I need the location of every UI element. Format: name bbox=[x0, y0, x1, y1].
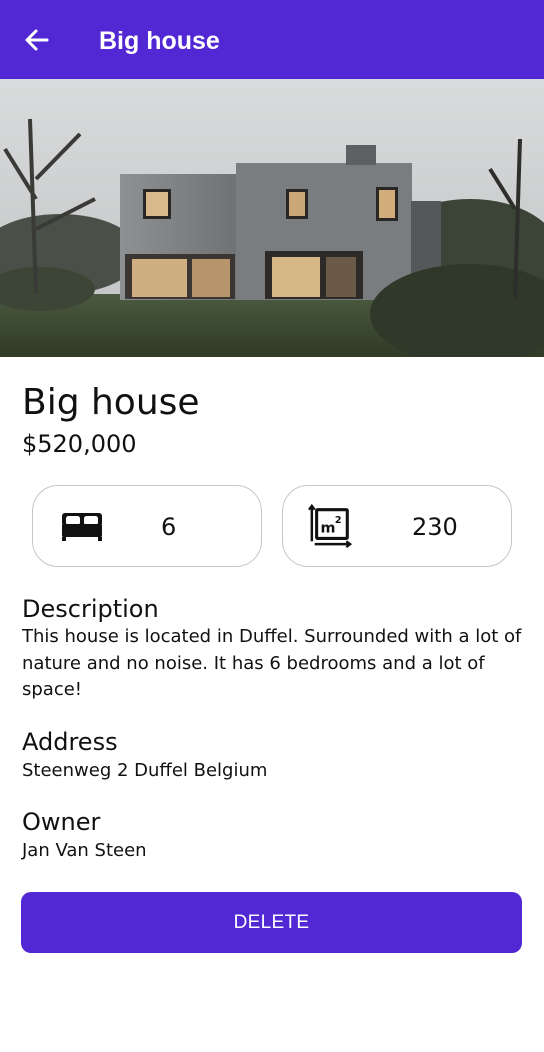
svg-text:2: 2 bbox=[335, 515, 342, 526]
arrow-left-icon bbox=[25, 29, 49, 51]
svg-text:m: m bbox=[320, 521, 335, 537]
back-button[interactable] bbox=[18, 22, 56, 58]
area-card: m 2 230 bbox=[282, 485, 512, 567]
address-heading: Address bbox=[22, 728, 118, 756]
owner-heading: Owner bbox=[22, 808, 101, 836]
listing-title: Big house bbox=[22, 382, 200, 423]
app-bar-title: Big house bbox=[99, 27, 220, 55]
owner-text: Jan Van Steen bbox=[22, 840, 147, 861]
description-text: This house is located in Duffel. Surroun… bbox=[22, 626, 522, 700]
description-heading: Description bbox=[22, 595, 159, 623]
address-text: Steenweg 2 Duffel Belgium bbox=[22, 760, 268, 781]
area-value: 230 bbox=[412, 513, 458, 541]
delete-button[interactable]: DELETE bbox=[21, 892, 522, 953]
house-photo bbox=[0, 79, 544, 357]
bed-icon bbox=[62, 513, 102, 541]
listing-price: $520,000 bbox=[22, 430, 137, 458]
square-meter-icon: m 2 bbox=[308, 503, 353, 548]
bedrooms-value: 6 bbox=[161, 513, 177, 541]
bedrooms-card: 6 bbox=[32, 485, 262, 567]
app-bar: Big house bbox=[0, 0, 544, 79]
